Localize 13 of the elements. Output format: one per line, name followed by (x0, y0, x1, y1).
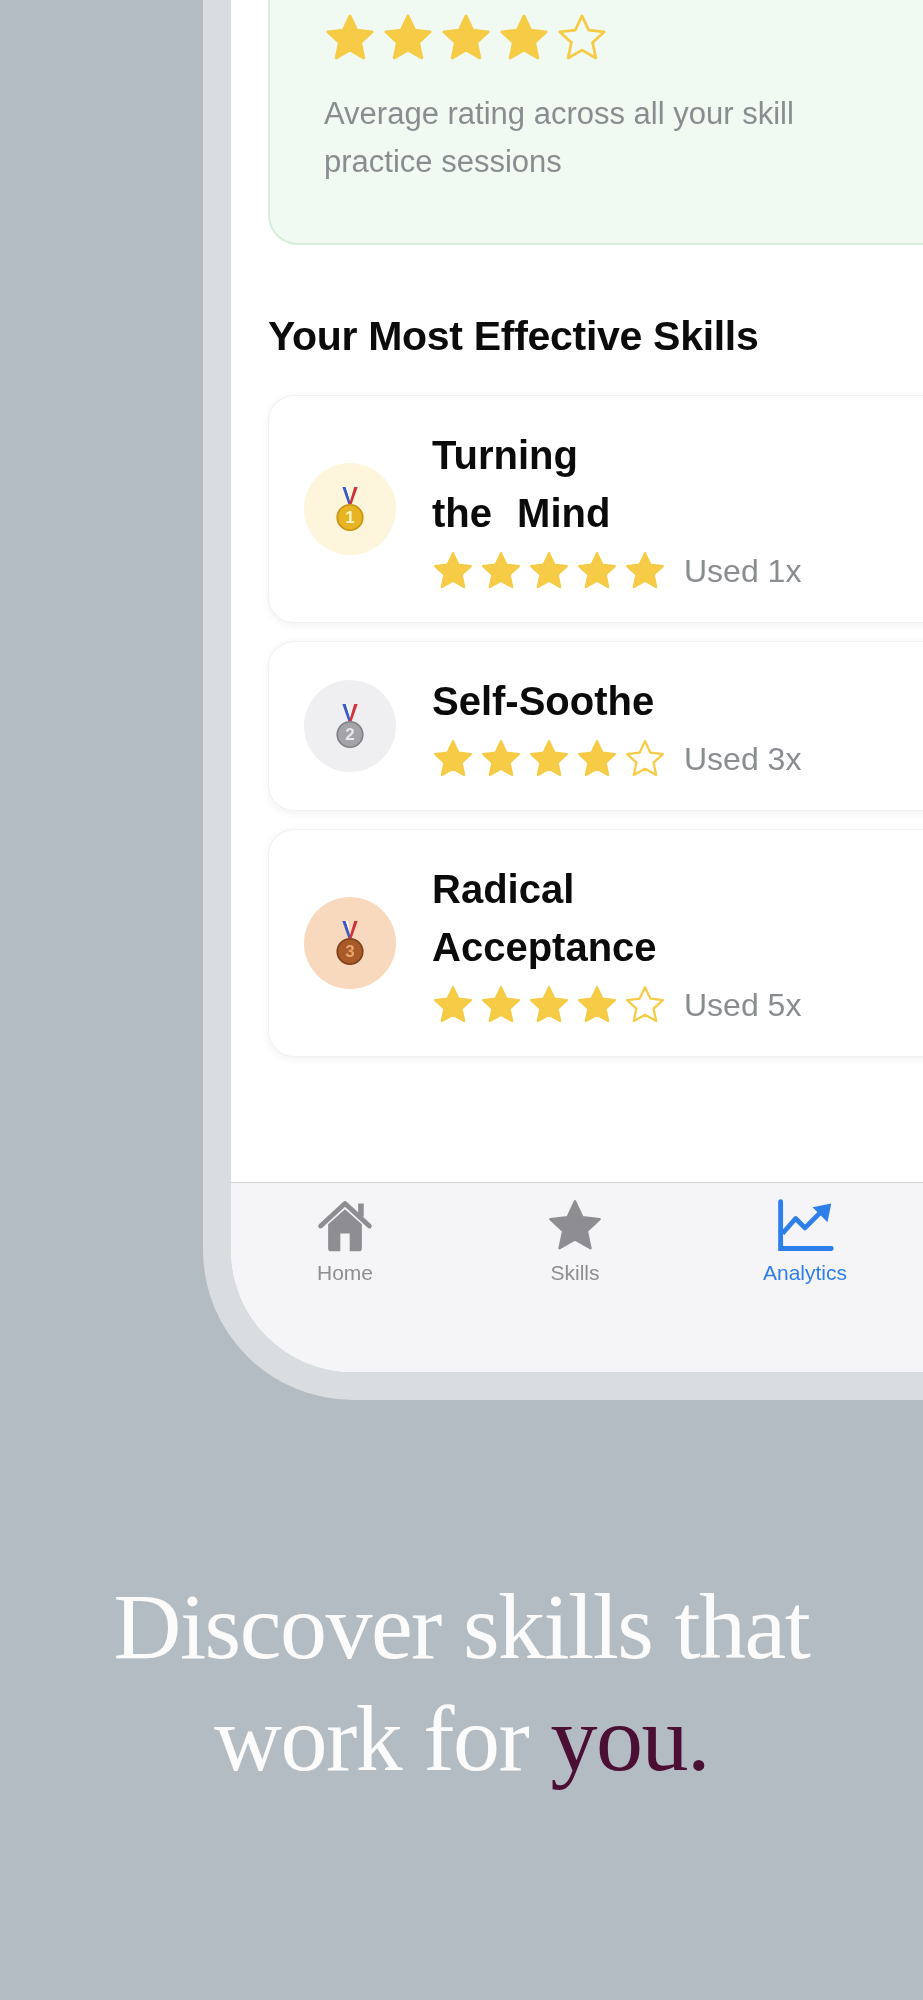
usage-count: Used 5x (684, 986, 802, 1024)
rating-description: Average rating across all your skill practice sessions (324, 95, 795, 181)
skill-name: Radical Acceptance (432, 866, 658, 971)
skill-card[interactable]: 2 Self-Soothe Used 3x (268, 641, 923, 811)
tab[interactable]: Analytics (690, 1197, 920, 1285)
caption: Discover skills that work for you. (112, 1573, 812, 1792)
skill-name: Turning the Mind (432, 432, 612, 537)
skill-card[interactable]: 3 Radical Acceptance Used 5x (268, 829, 923, 1057)
skill-name: Self-Soothe (432, 678, 656, 725)
usage-count: Used 3x (684, 740, 802, 778)
section-title: Your Most Effective Skills (268, 313, 760, 360)
usage-count: Used 1x (684, 552, 802, 590)
skill-card[interactable]: 1 Turning the Mind Used 1x (268, 395, 923, 623)
